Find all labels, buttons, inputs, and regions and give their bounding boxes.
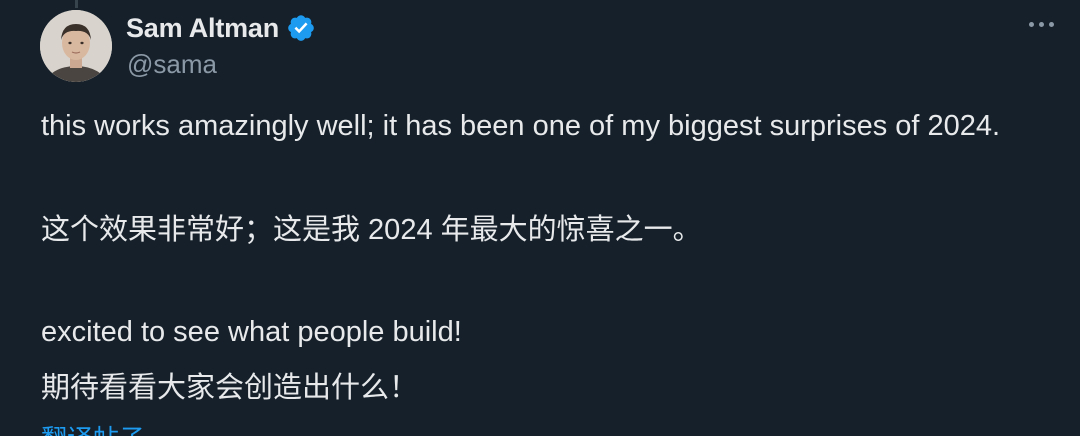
translate-post-link[interactable]: 翻译帖子 [41,424,145,436]
more-dot [1039,22,1044,27]
thread-connector-line [75,0,78,8]
tweet-text: this works amazingly well; it has been o… [41,104,1031,404]
verified-badge-icon[interactable] [286,13,316,43]
avatar[interactable] [40,10,112,82]
tweet-paragraph-en-2: excited to see what people build! [41,316,462,348]
avatar-photo [40,10,112,82]
more-options-icon[interactable] [1025,14,1058,35]
author-name-row: Sam Altman [126,11,316,45]
tweet-paragraph-zh-2: 期待看看大家会创造出什么！ [41,372,419,404]
more-dot [1029,22,1034,27]
author-display-name[interactable]: Sam Altman [126,13,279,44]
tweet-paragraph-zh-1: 这个效果非常好；这是我 2024 年最大的惊喜之一。 [41,214,702,246]
tweet-paragraph-en-1: this works amazingly well; it has been o… [41,110,1001,142]
author-handle[interactable]: @sama [127,49,217,80]
more-dot [1049,22,1054,27]
